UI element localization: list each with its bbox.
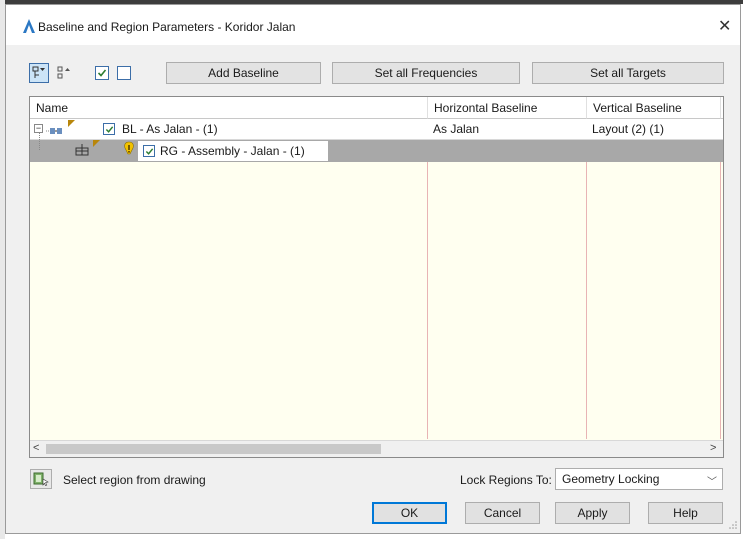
close-icon[interactable]: ✕ bbox=[718, 16, 731, 36]
lock-regions-select[interactable]: Geometry Locking ﹀ bbox=[555, 468, 723, 490]
check-all-icon[interactable] bbox=[92, 63, 112, 83]
column-header-more[interactable]: A bbox=[721, 97, 723, 119]
select-region-icon bbox=[33, 472, 49, 487]
select-region-label: Select region from drawing bbox=[63, 473, 206, 487]
table-row-baseline[interactable]: − BL - As Jalan - (1) As Jalan Layout (2… bbox=[30, 119, 723, 140]
warning-icon bbox=[124, 141, 134, 155]
column-divider bbox=[720, 119, 721, 439]
region-checkbox[interactable] bbox=[143, 145, 155, 157]
set-all-targets-button[interactable]: Set all Targets bbox=[532, 62, 724, 84]
row-name: RG - Assembly - Jalan - (1) bbox=[160, 144, 305, 158]
uncheck-all-icon[interactable] bbox=[114, 63, 134, 83]
help-button[interactable]: Help bbox=[648, 502, 723, 524]
column-divider bbox=[427, 119, 428, 439]
baseline-checkbox[interactable] bbox=[103, 123, 115, 135]
baseline-icon bbox=[46, 128, 62, 134]
row-vertical-baseline[interactable]: Layout (2) (1) bbox=[592, 122, 664, 136]
scroll-left-icon[interactable]: < bbox=[33, 442, 39, 454]
apply-button[interactable]: Apply bbox=[555, 502, 630, 524]
set-all-frequencies-button[interactable]: Set all Frequencies bbox=[332, 62, 520, 84]
tree-connector bbox=[39, 132, 41, 150]
scroll-right-icon[interactable]: > bbox=[710, 442, 716, 454]
column-header-horizontal-baseline[interactable]: Horizontal Baseline bbox=[428, 97, 587, 119]
unchecked-box-icon bbox=[117, 66, 131, 80]
horizontal-scrollbar[interactable]: < > bbox=[30, 440, 723, 457]
row-horizontal-baseline[interactable]: As Jalan bbox=[433, 122, 479, 136]
column-header-name[interactable]: Name bbox=[30, 97, 428, 119]
corner-flag-icon bbox=[93, 140, 100, 147]
select-region-button[interactable] bbox=[30, 469, 52, 489]
row-name: BL - As Jalan - (1) bbox=[122, 122, 218, 136]
corner-flag-icon bbox=[68, 120, 75, 127]
tree-expand-icon bbox=[32, 66, 45, 78]
lock-regions-value: Geometry Locking bbox=[562, 472, 660, 486]
tree-collapse-icon bbox=[57, 66, 70, 79]
add-baseline-button[interactable]: Add Baseline bbox=[166, 62, 321, 84]
column-divider bbox=[586, 119, 587, 439]
window-title: Baseline and Region Parameters - Koridor… bbox=[38, 20, 296, 34]
cancel-button[interactable]: Cancel bbox=[465, 502, 540, 524]
expand-all-icon[interactable] bbox=[29, 63, 49, 83]
baseline-region-table: Name Horizontal Baseline Vertical Baseli… bbox=[29, 96, 724, 458]
lock-regions-label: Lock Regions To: bbox=[460, 473, 552, 487]
resize-grip-icon[interactable] bbox=[728, 520, 738, 530]
chevron-down-icon: ﹀ bbox=[707, 477, 717, 488]
ok-button[interactable]: OK bbox=[372, 502, 447, 524]
assembly-icon bbox=[75, 144, 89, 156]
column-header-vertical-baseline[interactable]: Vertical Baseline bbox=[587, 97, 721, 119]
table-row-region[interactable]: RG - Assembly - Jalan - (1) A bbox=[30, 132, 723, 162]
scrollbar-thumb[interactable] bbox=[46, 444, 381, 454]
checked-box-icon bbox=[95, 66, 109, 80]
autocad-app-icon bbox=[23, 19, 35, 33]
collapse-all-icon[interactable] bbox=[54, 63, 74, 83]
